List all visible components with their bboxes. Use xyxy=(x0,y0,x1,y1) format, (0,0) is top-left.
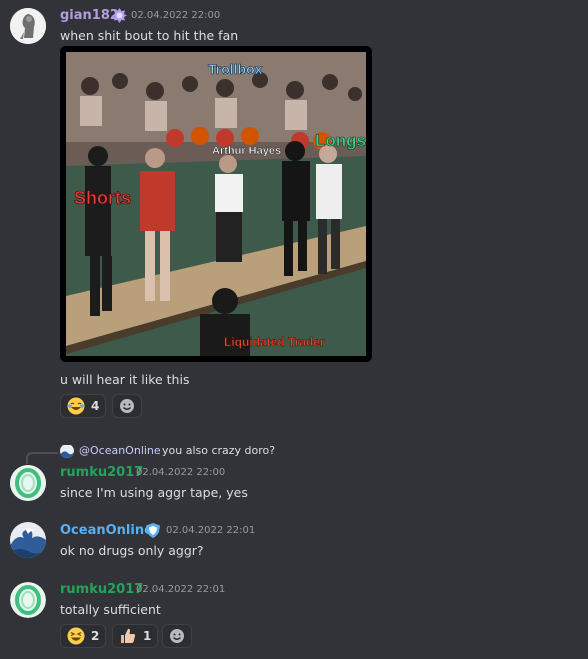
add-reaction-button[interactable] xyxy=(112,394,142,418)
message-oceanonline: OceanOnline 02.04.2022 22:01 ok no drugs… xyxy=(0,522,588,572)
reaction-thumbs-up[interactable]: 1 xyxy=(112,624,158,648)
avatar[interactable] xyxy=(10,465,46,501)
liquidated-trader-label: Liquidated Trader xyxy=(224,335,325,349)
laughing-emoji-icon xyxy=(67,627,85,645)
avatar[interactable] xyxy=(10,8,46,44)
reply-avatar[interactable] xyxy=(60,444,74,458)
reaction-count: 1 xyxy=(143,629,152,643)
joy-emoji-icon xyxy=(67,397,85,415)
reaction-count: 4 xyxy=(91,399,100,413)
message-text: ok no drugs only aggr? xyxy=(60,543,204,558)
timestamp: 02.04.2022 22:00 xyxy=(131,10,221,21)
author-name[interactable]: gian182 xyxy=(60,8,119,23)
add-reaction-icon xyxy=(169,628,185,644)
video-embed[interactable]: Trollbox Arthur Hayes Shorts Longs Liqui… xyxy=(60,46,372,362)
reply-preview-text[interactable]: you also crazy doro? xyxy=(162,444,275,457)
reply-spine xyxy=(26,452,58,464)
thumbs-up-emoji-icon xyxy=(119,627,137,645)
message-gian182: gian182 02.04.2022 22:00 when shit bout … xyxy=(0,0,588,430)
moderator-shield-icon[interactable] xyxy=(146,523,160,538)
author-name[interactable]: rumku2017 xyxy=(60,465,143,480)
nitro-badge-icon[interactable] xyxy=(112,8,127,23)
message-text: when shit bout to hit the fan xyxy=(60,28,239,43)
reaction-count: 2 xyxy=(91,629,100,643)
message-text: totally sufficient xyxy=(60,602,161,617)
author-name[interactable]: rumku2017 xyxy=(60,582,143,597)
trollbox-label: Trollbox xyxy=(208,61,263,77)
arthur-hayes-label: Arthur Hayes xyxy=(212,145,281,157)
avatar[interactable] xyxy=(10,522,46,558)
message-rumku2017: rumku2017 02.04.2022 22:01 totally suffi… xyxy=(0,580,588,659)
longs-label: Longs xyxy=(315,131,366,150)
timestamp: 02.04.2022 22:01 xyxy=(166,525,256,536)
author-name[interactable]: OceanOnline xyxy=(60,523,153,538)
reply-mention[interactable]: @OceanOnline xyxy=(79,444,161,457)
message-text: u will hear it like this xyxy=(60,372,190,387)
add-reaction-icon xyxy=(119,398,135,414)
reaction-joy[interactable]: 4 xyxy=(60,394,106,418)
message-text: since I'm using aggr tape, yes xyxy=(60,485,248,500)
message-rumku2017-reply: @OceanOnline you also crazy doro? rumku2… xyxy=(0,440,588,510)
timestamp: 02.04.2022 22:01 xyxy=(136,584,226,595)
video-frame: Trollbox Arthur Hayes Shorts Longs Liqui… xyxy=(60,46,372,362)
reaction-laughing[interactable]: 2 xyxy=(60,624,106,648)
timestamp: 02.04.2022 22:00 xyxy=(136,467,226,478)
shorts-label: Shorts xyxy=(74,188,131,208)
avatar[interactable] xyxy=(10,582,46,618)
add-reaction-button[interactable] xyxy=(162,624,192,648)
